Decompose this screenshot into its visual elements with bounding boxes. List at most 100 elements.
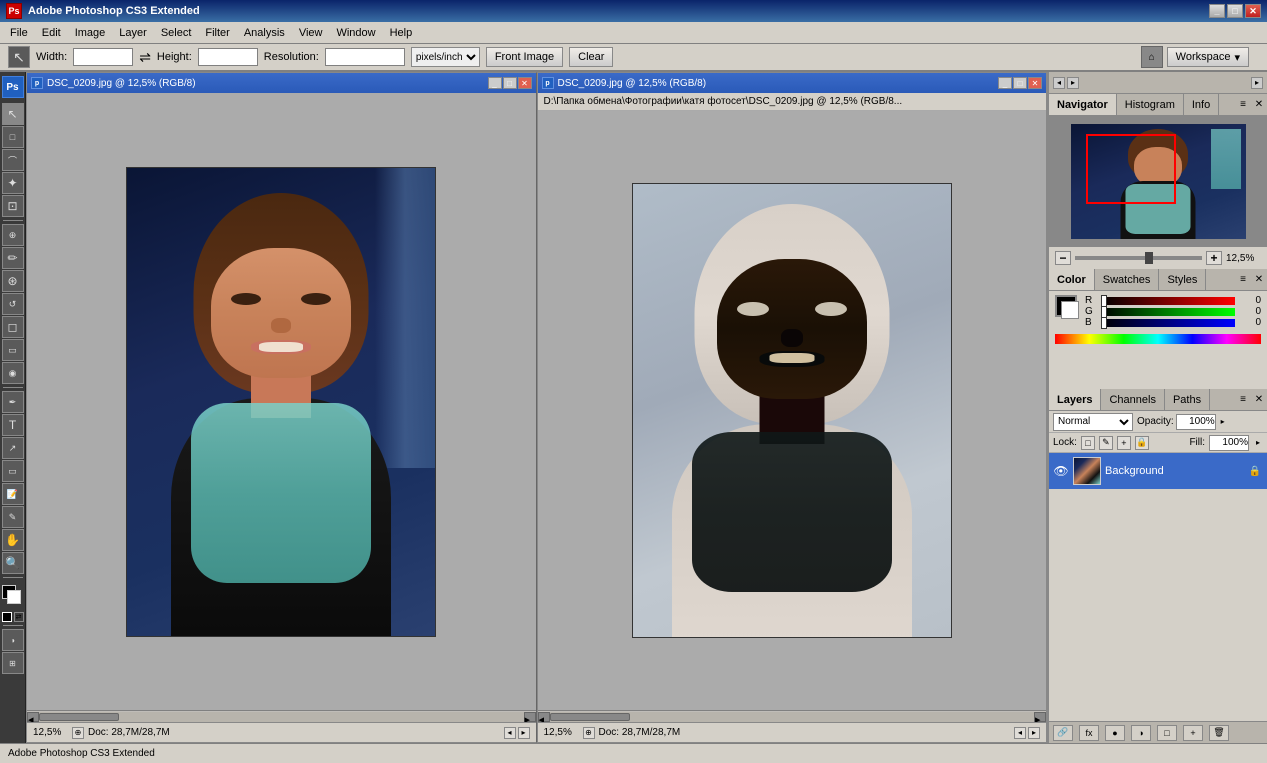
- move-tool[interactable]: ↖: [2, 103, 24, 125]
- front-image-button[interactable]: Front Image: [486, 47, 563, 67]
- doc2-scroll-thumb[interactable]: [550, 713, 630, 721]
- maximize-button[interactable]: □: [1227, 4, 1243, 18]
- stamp-tool[interactable]: ⊛: [2, 270, 24, 292]
- doc1-next-btn[interactable]: ▸: [518, 727, 530, 739]
- swap-colors-icon[interactable]: ⇄: [14, 612, 24, 622]
- r-slider[interactable]: [1101, 297, 1235, 305]
- menu-image[interactable]: Image: [69, 25, 112, 41]
- default-colors-icon[interactable]: [2, 612, 12, 622]
- doc1-zoom-icon[interactable]: ⊕: [72, 727, 84, 739]
- layer-effects-btn[interactable]: fx: [1079, 725, 1099, 741]
- background-color[interactable]: [7, 590, 21, 604]
- marquee-tool[interactable]: □: [2, 126, 24, 148]
- layer-row-background[interactable]: 👁 Background 🔒: [1049, 453, 1267, 489]
- doc2-next-btn[interactable]: ▸: [1028, 727, 1040, 739]
- doc1-scrollbar-h[interactable]: ◂ ▸: [27, 710, 536, 722]
- menu-select[interactable]: Select: [155, 25, 198, 41]
- screen-mode-btn[interactable]: ⊞: [2, 652, 24, 674]
- color-selector[interactable]: [2, 585, 24, 609]
- gradient-tool[interactable]: ▭: [2, 339, 24, 361]
- doc2-minimize[interactable]: _: [998, 77, 1012, 89]
- doc1-scroll-track[interactable]: [39, 712, 524, 722]
- zoom-in-btn[interactable]: +: [1206, 251, 1222, 265]
- resolution-unit-select[interactable]: pixels/inch pixels/cm: [411, 47, 480, 67]
- healing-tool[interactable]: ⊕: [2, 224, 24, 246]
- lock-all-btn[interactable]: 🔒: [1135, 436, 1149, 450]
- menu-view[interactable]: View: [293, 25, 329, 41]
- fill-input[interactable]: [1209, 435, 1249, 451]
- tab-styles[interactable]: Styles: [1159, 269, 1206, 290]
- menu-filter[interactable]: Filter: [199, 25, 235, 41]
- height-input[interactable]: [198, 48, 258, 66]
- layers-menu-btn[interactable]: ≡: [1235, 392, 1251, 408]
- workspace-icon[interactable]: ⌂: [1141, 46, 1163, 68]
- layer-delete-btn[interactable]: 🗑: [1209, 725, 1229, 741]
- tool-options-icon[interactable]: ↖: [8, 46, 30, 68]
- tab-channels[interactable]: Channels: [1101, 389, 1164, 410]
- tab-info[interactable]: Info: [1184, 94, 1219, 115]
- path-selection-tool[interactable]: ↗: [2, 437, 24, 459]
- menu-window[interactable]: Window: [330, 25, 381, 41]
- opacity-arrow[interactable]: ▸: [1218, 415, 1228, 429]
- layer-group-btn[interactable]: □: [1157, 725, 1177, 741]
- b-slider[interactable]: [1101, 319, 1235, 327]
- color-swatch-container[interactable]: [1055, 295, 1081, 321]
- doc2-canvas-wrap[interactable]: [538, 111, 1047, 710]
- layer-name[interactable]: Background: [1105, 465, 1243, 477]
- doc1-canvas-wrap[interactable]: [27, 93, 536, 710]
- doc1-scroll-right[interactable]: ▸: [524, 712, 536, 722]
- doc2-scroll-right[interactable]: ▸: [1034, 712, 1046, 722]
- nav-box[interactable]: [1086, 134, 1176, 204]
- doc2-scroll-left[interactable]: ◂: [538, 712, 550, 722]
- tab-paths[interactable]: Paths: [1165, 389, 1210, 410]
- zoom-slider[interactable]: [1075, 256, 1202, 260]
- tab-histogram[interactable]: Histogram: [1117, 94, 1184, 115]
- dodge-tool[interactable]: ◉: [2, 362, 24, 384]
- type-tool[interactable]: T: [2, 414, 24, 436]
- panels-right-arrow[interactable]: ▸: [1067, 77, 1079, 89]
- doc1-close[interactable]: ✕: [518, 77, 532, 89]
- navigator-menu-btn[interactable]: ≡: [1235, 97, 1251, 113]
- resolution-input[interactable]: [325, 48, 405, 66]
- tab-color[interactable]: Color: [1049, 269, 1095, 290]
- magic-wand-tool[interactable]: ✦: [2, 172, 24, 194]
- doc1-scroll-thumb[interactable]: [39, 713, 119, 721]
- eyedropper-tool[interactable]: ✎: [2, 506, 24, 528]
- crop-tool[interactable]: ⊡: [2, 195, 24, 217]
- doc2-zoom-icon[interactable]: ⊕: [583, 727, 595, 739]
- panels-collapse-btn[interactable]: ▸: [1251, 77, 1263, 89]
- layer-visibility-btn[interactable]: 👁: [1053, 463, 1069, 479]
- zoom-out-btn[interactable]: −: [1055, 251, 1071, 265]
- menu-file[interactable]: File: [4, 25, 34, 41]
- shape-tool[interactable]: ▭: [2, 460, 24, 482]
- menu-analysis[interactable]: Analysis: [238, 25, 291, 41]
- workspace-button[interactable]: Workspace ▾: [1167, 47, 1249, 67]
- panels-left-arrow[interactable]: ◂: [1053, 77, 1065, 89]
- doc1-prev-btn[interactable]: ◂: [504, 727, 516, 739]
- doc2-close[interactable]: ✕: [1028, 77, 1042, 89]
- color-menu-btn[interactable]: ≡: [1235, 272, 1251, 288]
- window-controls[interactable]: _ □ ✕: [1209, 4, 1261, 18]
- quick-mask-btn[interactable]: ◑: [2, 629, 24, 651]
- hand-tool[interactable]: ✋: [2, 529, 24, 551]
- doc1-maximize[interactable]: □: [503, 77, 517, 89]
- swap-dimensions-icon[interactable]: ⇌: [139, 49, 151, 66]
- layer-new-btn[interactable]: +: [1183, 725, 1203, 741]
- zoom-tool[interactable]: 🔍: [2, 552, 24, 574]
- tab-layers[interactable]: Layers: [1049, 389, 1101, 410]
- zoom-thumb[interactable]: [1145, 252, 1153, 264]
- lock-position-btn[interactable]: +: [1117, 436, 1131, 450]
- menu-help[interactable]: Help: [384, 25, 419, 41]
- lock-image-btn[interactable]: ✎: [1099, 436, 1113, 450]
- color-close-btn[interactable]: ✕: [1251, 272, 1267, 288]
- doc2-scroll-track[interactable]: [550, 712, 1035, 722]
- layer-link-btn[interactable]: 🔗: [1053, 725, 1073, 741]
- tab-swatches[interactable]: Swatches: [1095, 269, 1160, 290]
- pen-tool[interactable]: ✒: [2, 391, 24, 413]
- width-input[interactable]: [73, 48, 133, 66]
- doc1-scroll-left[interactable]: ◂: [27, 712, 39, 722]
- doc2-scrollbar-h[interactable]: ◂ ▸: [538, 710, 1047, 722]
- bg-color-swatch[interactable]: [1061, 301, 1079, 319]
- menu-layer[interactable]: Layer: [113, 25, 153, 41]
- blending-mode-select[interactable]: Normal Multiply Screen: [1053, 413, 1133, 431]
